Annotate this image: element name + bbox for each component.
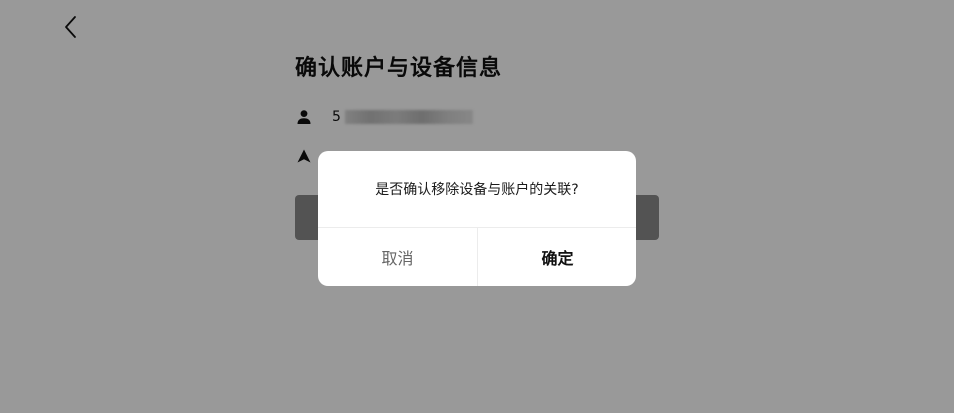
dialog-message: 是否确认移除设备与账户的关联?: [375, 182, 579, 198]
cancel-button[interactable]: 取消: [318, 228, 477, 286]
confirm-button[interactable]: 确定: [478, 228, 636, 286]
confirm-dialog: 是否确认移除设备与账户的关联? 取消 确定: [318, 151, 636, 286]
